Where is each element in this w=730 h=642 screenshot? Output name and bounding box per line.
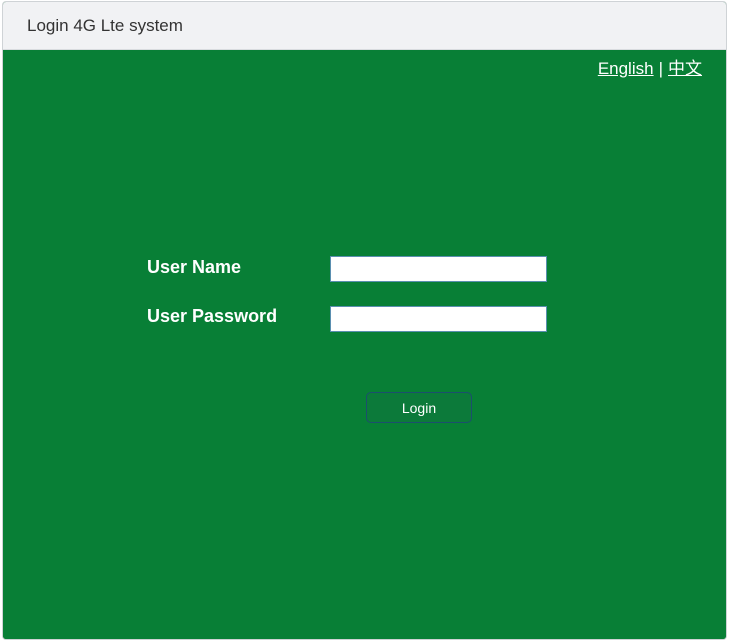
language-english-link[interactable]: English — [598, 59, 654, 78]
language-switcher: English | 中文 — [598, 54, 702, 79]
language-chinese-link[interactable]: 中文 — [668, 59, 702, 78]
password-input[interactable] — [330, 306, 547, 332]
login-button[interactable]: Login — [366, 392, 472, 423]
password-label: User Password — [147, 306, 278, 326]
title-bar: Login 4G Lte system — [3, 2, 726, 50]
login-window: Login 4G Lte system English | 中文 User Name… — [2, 1, 727, 640]
username-input[interactable] — [330, 256, 547, 282]
window-title: Login 4G Lte system — [27, 16, 183, 35]
username-label: User Name — [147, 257, 242, 277]
language-separator: | — [658, 59, 663, 78]
login-panel: English | 中文 User Name User Password Login — [3, 50, 726, 639]
